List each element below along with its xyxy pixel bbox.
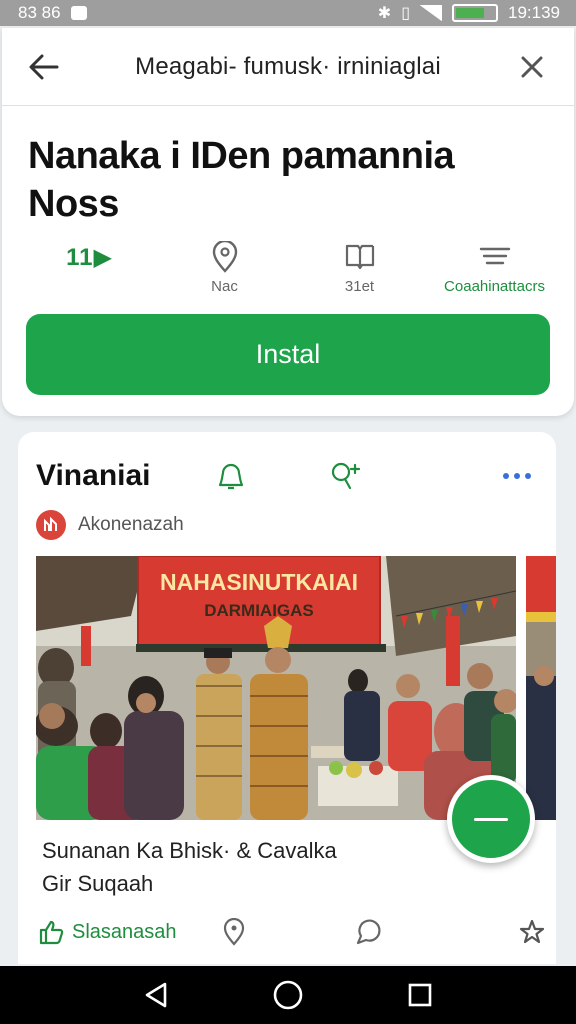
floating-action-button[interactable] bbox=[447, 775, 535, 863]
toolbar-title: Meagabi- fumusk· irniniaglai bbox=[135, 52, 441, 80]
post-title: Vinaniai bbox=[36, 459, 151, 492]
battery-icon bbox=[452, 4, 498, 22]
add-friend-button[interactable] bbox=[328, 456, 364, 496]
festival-photo: NAHASINUTKAIAI DARMIAIGAS bbox=[36, 556, 516, 820]
add-person-icon bbox=[331, 462, 361, 490]
star-icon bbox=[519, 919, 545, 944]
next-photo-preview bbox=[526, 556, 556, 820]
arrow-left-icon bbox=[29, 54, 59, 79]
square-recents-icon bbox=[408, 983, 432, 1007]
list-icon bbox=[479, 247, 510, 265]
like-button[interactable]: Slasanasah bbox=[38, 919, 177, 945]
install-button[interactable]: Instal bbox=[26, 314, 550, 395]
author-name: Akonenazah bbox=[78, 514, 184, 535]
meta-location[interactable]: Nac bbox=[157, 240, 292, 300]
system-nav-bar bbox=[0, 966, 576, 1024]
like-label: Slasanasah bbox=[72, 920, 177, 943]
post-caption: Sunanan Ka Bhisk· & Cavalka Gir Suqaah bbox=[42, 834, 502, 900]
status-left-text: 83 86 bbox=[18, 3, 61, 22]
bell-icon bbox=[218, 463, 244, 490]
rating-value: 11▶ bbox=[66, 243, 113, 271]
app-name: Nanaka i IDen pamannia Noss bbox=[28, 135, 455, 225]
toolbar: Meagabi- fumusk· irniniaglai bbox=[2, 28, 574, 106]
signal-icon bbox=[420, 5, 442, 21]
vibrate-icon: ▯ bbox=[401, 5, 410, 22]
circle-home-icon bbox=[273, 980, 303, 1010]
status-time: 19:139 bbox=[508, 3, 560, 22]
app-meta-row: 11▶ Nac 31et Coaahinattacrs bbox=[22, 240, 562, 300]
close-icon bbox=[521, 56, 543, 77]
minus-icon bbox=[474, 817, 508, 821]
chat-bubble-icon bbox=[356, 919, 381, 945]
more-options-button[interactable] bbox=[502, 456, 532, 496]
bookmark-button[interactable] bbox=[518, 918, 546, 951]
nav-home-button[interactable] bbox=[263, 970, 313, 1020]
notification-icon bbox=[70, 6, 87, 20]
map-pin-icon bbox=[223, 917, 245, 946]
bluetooth-icon: ✱ bbox=[377, 5, 392, 22]
post-card: Vinaniai Akonenazah NAHASINUTKAIAI DARMI… bbox=[18, 432, 556, 964]
meta-rating: 11▶ bbox=[22, 240, 157, 300]
meta-list[interactable]: Coaahinattacrs bbox=[427, 240, 562, 300]
book-icon bbox=[345, 244, 374, 270]
location-button[interactable] bbox=[222, 917, 246, 951]
more-horizontal-icon bbox=[503, 473, 531, 479]
banner-text-line1: NAHASINUTKAIAI bbox=[160, 569, 358, 595]
comment-button[interactable] bbox=[354, 918, 384, 951]
post-header: Vinaniai bbox=[36, 456, 541, 496]
back-button[interactable] bbox=[24, 47, 64, 87]
caption-line-1: Sunanan Ka Bhisk· & Cavalka bbox=[42, 838, 337, 863]
brand-logo-icon bbox=[44, 516, 57, 531]
map-pin-icon bbox=[212, 241, 237, 273]
post-action-row: Slasanasah bbox=[38, 912, 545, 952]
bell-button[interactable] bbox=[214, 456, 248, 496]
caption-line-2: Gir Suqaah bbox=[42, 871, 154, 896]
meta-list-label: Coaahinattacrs bbox=[444, 278, 545, 295]
post-photo[interactable]: NAHASINUTKAIAI DARMIAIGAS bbox=[36, 556, 516, 820]
author-row[interactable]: Akonenazah bbox=[36, 510, 184, 540]
close-button[interactable] bbox=[512, 47, 552, 87]
thumbs-up-icon bbox=[39, 920, 64, 945]
meta-book-label: 31et bbox=[344, 278, 375, 295]
meta-book[interactable]: 31et bbox=[292, 240, 427, 300]
post-photo-next[interactable] bbox=[526, 556, 556, 820]
banner-text-line2: DARMIAIGAS bbox=[204, 601, 314, 620]
app-header-card: Meagabi- fumusk· irniniaglai Nanaka i ID… bbox=[2, 28, 574, 416]
author-avatar bbox=[36, 510, 66, 540]
nav-recents-button[interactable] bbox=[395, 970, 445, 1020]
nav-back-button[interactable] bbox=[131, 970, 181, 1020]
status-bar: 83 86 ✱ ▯ 19:139 bbox=[0, 0, 576, 26]
meta-location-label: Nac bbox=[211, 278, 238, 295]
triangle-back-icon bbox=[145, 982, 167, 1008]
